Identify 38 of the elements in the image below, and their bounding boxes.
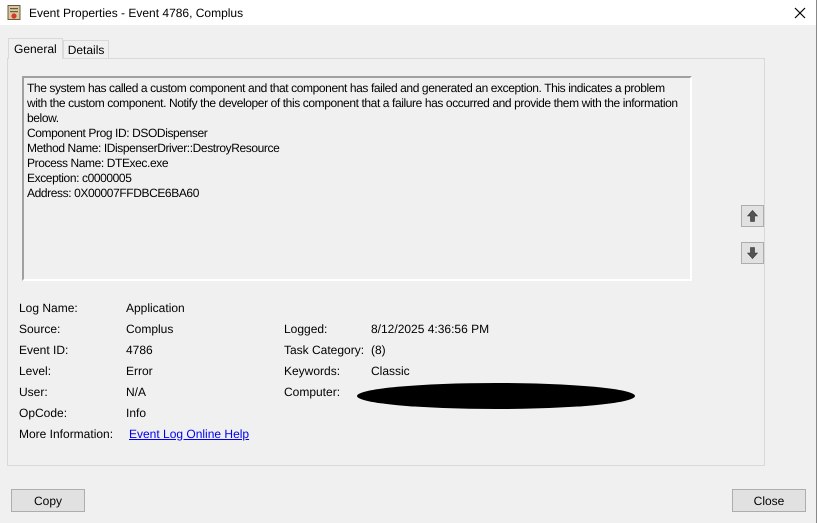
field-label: Computer: — [284, 384, 342, 400]
field-value: 8/12/2025 4:36:56 PM — [371, 320, 490, 338]
arrow-down-icon — [747, 247, 758, 259]
description-text: The system has called a custom component and that component has failed and generated an exception. This indicates a problem with the custom component. Notify the developer of this component that a failure has occurred and provide them with the information below. — [27, 81, 679, 126]
field-value: N/A — [126, 384, 146, 400]
field-label: Keywords: — [284, 362, 342, 380]
field-value: Error — [126, 362, 153, 380]
next-button[interactable] — [741, 242, 764, 264]
dialog-button[interactable]: Close — [732, 489, 806, 512]
field-label: Task Category: — [284, 342, 366, 358]
field-value: Complus — [126, 320, 174, 338]
description-text: Process Name: DTExec.exe — [27, 156, 170, 171]
field-value: (8) — [371, 342, 386, 358]
tab[interactable]: General — [8, 38, 63, 59]
tab[interactable]: Details — [62, 40, 110, 58]
help-link[interactable]: Event Log Online Help — [129, 424, 250, 442]
field-label: Level: — [19, 362, 52, 380]
previous-button[interactable] — [741, 205, 764, 227]
description-text: Component Prog ID: DSODispenser — [27, 126, 208, 141]
field-label: OpCode: — [19, 404, 68, 422]
field-label: User: — [19, 384, 49, 400]
field-value: 4786 — [126, 342, 153, 358]
description-text: Address: 0X00007FFDBCE6BA60 — [27, 186, 200, 201]
dialog-button[interactable]: Copy — [11, 489, 85, 512]
field-label: Logged: — [284, 320, 328, 338]
field-value: Info — [126, 404, 146, 422]
close-icon[interactable] — [792, 4, 808, 20]
event-log-icon — [7, 5, 21, 20]
field-label: Source: — [19, 320, 62, 338]
window-title: Event Properties - Event 4786, Complus — [29, 4, 244, 22]
field-value: Application — [126, 300, 185, 316]
arrow-up-icon — [747, 210, 758, 222]
field-value: Classic — [371, 362, 410, 380]
field-label: Log Name: — [19, 300, 79, 316]
description-text: Method Name: IDispenserDriver::DestroyResource — [27, 141, 280, 156]
description-text: Exception: c0000005 — [27, 171, 132, 186]
field-label: More Information: — [19, 426, 114, 442]
field-label: Event ID: — [19, 342, 70, 358]
